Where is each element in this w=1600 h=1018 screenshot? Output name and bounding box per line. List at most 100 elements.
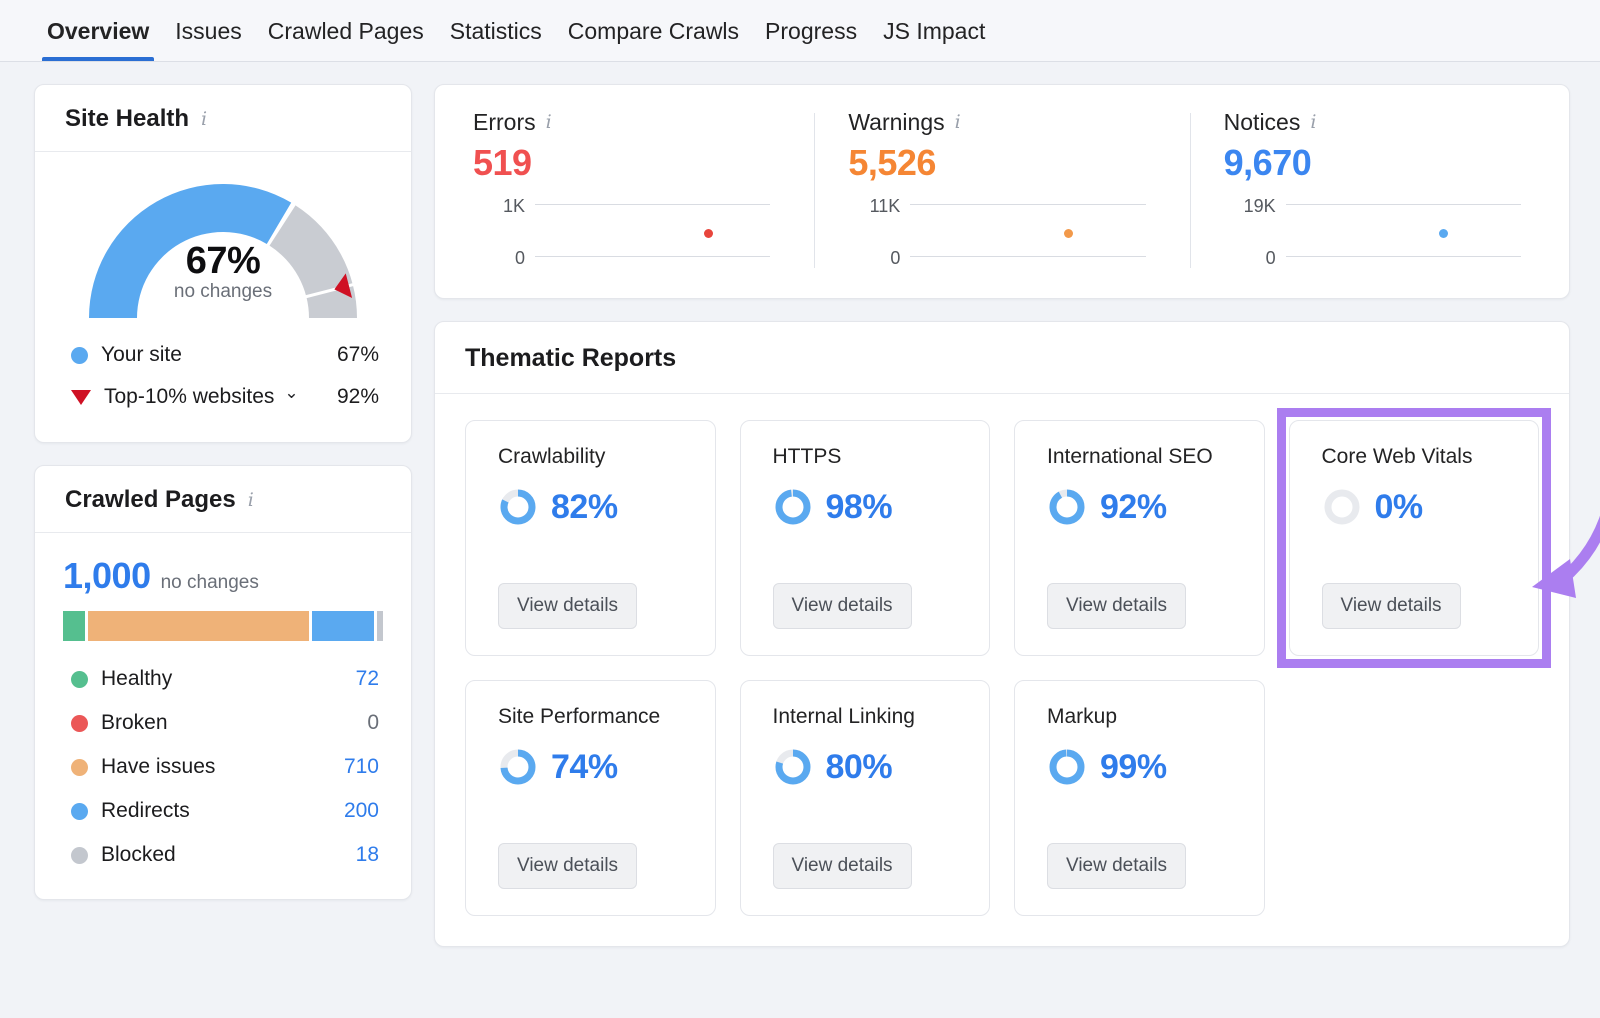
- thematic-report-score: 74%: [498, 747, 715, 787]
- crawled-pages-legend-row[interactable]: Broken0: [63, 701, 383, 745]
- crawled-pages-card: Crawled Pages i 1,000 no changes Healthy…: [34, 465, 412, 900]
- sparkline-data-point[interactable]: [1439, 229, 1448, 238]
- issue-count[interactable]: 5,526: [848, 142, 1155, 184]
- site-health-title: Site Health: [65, 105, 189, 133]
- thematic-report-percent: 80%: [826, 748, 893, 787]
- thematic-report-score: 92%: [1047, 487, 1264, 527]
- tab-statistics[interactable]: Statistics: [437, 18, 555, 61]
- tab-crawled-pages[interactable]: Crawled Pages: [255, 18, 437, 61]
- crawled-pages-legend-row[interactable]: Blocked 18: [63, 833, 383, 877]
- view-details-button[interactable]: View details: [1047, 583, 1186, 629]
- thematic-report-score: 80%: [773, 747, 990, 787]
- crawled-pages-change: no changes: [161, 572, 259, 594]
- crawled-pages-legend-row[interactable]: Healthy72: [63, 657, 383, 701]
- tab-issues[interactable]: Issues: [162, 18, 254, 61]
- site-health-card: Site Health i 67% no changes Your site67…: [34, 84, 412, 443]
- score-donut-icon: [773, 747, 813, 787]
- score-donut-icon: [1047, 487, 1087, 527]
- crawled-pages-legend-value[interactable]: 18: [356, 843, 379, 867]
- legend-color-dot: [71, 715, 88, 732]
- issue-count[interactable]: 519: [473, 142, 780, 184]
- issue-column-notices: Noticesi 9,670 19K0: [1190, 109, 1565, 272]
- info-icon[interactable]: i: [248, 491, 254, 510]
- thematic-report-card-crawlability[interactable]: Crawlability82%View details: [465, 420, 716, 656]
- info-icon[interactable]: i: [955, 113, 961, 132]
- thematic-report-percent: 92%: [1100, 488, 1167, 527]
- thematic-report-percent: 82%: [551, 488, 618, 527]
- thematic-report-card-site-performance[interactable]: Site Performance74%View details: [465, 680, 716, 916]
- tab-compare-crawls[interactable]: Compare Crawls: [555, 18, 752, 61]
- crawled-pages-legend-value[interactable]: 72: [356, 667, 379, 691]
- tab-progress[interactable]: Progress: [752, 18, 870, 61]
- site-health-legend-value: 92%: [337, 385, 379, 409]
- info-icon[interactable]: i: [546, 113, 552, 132]
- thematic-report-slot: International SEO92%View details: [1014, 420, 1265, 656]
- score-donut-icon: [498, 747, 538, 787]
- issue-sparkline: 19K0: [1224, 204, 1531, 272]
- thematic-report-slot: HTTPS98%View details: [740, 420, 991, 656]
- sparkline-gridline: [535, 256, 770, 257]
- sparkline-gridline: [1286, 256, 1521, 257]
- view-details-button[interactable]: View details: [498, 583, 637, 629]
- crawled-pages-legend-row[interactable]: Have issues 710: [63, 745, 383, 789]
- sparkline-data-point[interactable]: [1064, 229, 1073, 238]
- thematic-report-card-markup[interactable]: Markup99%View details: [1014, 680, 1265, 916]
- thematic-report-percent: 0%: [1375, 488, 1423, 527]
- crawled-pages-legend-value[interactable]: 200: [344, 799, 379, 823]
- main-tabbar: OverviewIssuesCrawled PagesStatisticsCom…: [0, 0, 1600, 62]
- crawled-pages-legend-label: Have issues: [101, 755, 215, 779]
- thematic-report-card-internal-linking[interactable]: Internal Linking80%View details: [740, 680, 991, 916]
- thematic-reports-title: Thematic Reports: [465, 344, 676, 372]
- crawled-pages-total: 1,000 no changes: [63, 555, 383, 597]
- view-details-button[interactable]: View details: [1047, 843, 1186, 889]
- crawled-pages-legend-value[interactable]: 710: [344, 755, 379, 779]
- issue-count[interactable]: 9,670: [1224, 142, 1531, 184]
- thematic-report-percent: 98%: [826, 488, 893, 527]
- sparkline-gridline: [1286, 204, 1521, 205]
- thematic-report-card-international-seo[interactable]: International SEO92%View details: [1014, 420, 1265, 656]
- triangle-down-icon: [71, 390, 91, 405]
- sparkline-bottom-tick: 0: [1224, 248, 1276, 269]
- tab-js-impact[interactable]: JS Impact: [870, 18, 998, 61]
- issue-sparkline: 1K0: [473, 204, 780, 272]
- view-details-button[interactable]: View details: [773, 843, 912, 889]
- thematic-report-name: Core Web Vitals: [1322, 445, 1539, 469]
- legend-color-dot: [71, 347, 88, 364]
- tab-overview[interactable]: Overview: [34, 18, 162, 61]
- page-body: Site Health i 67% no changes Your site67…: [0, 62, 1600, 947]
- stacked-bar-segment: [377, 611, 383, 641]
- crawled-pages-legend-value: 0: [367, 711, 379, 735]
- thematic-report-name: Markup: [1047, 705, 1264, 729]
- issue-sparkline: 11K0: [848, 204, 1155, 272]
- crawled-pages-header: Crawled Pages i: [35, 466, 411, 533]
- empty-grid-cell: [1289, 680, 1540, 916]
- site-health-legend-row[interactable]: Top-10% websites ⌄ 92%: [63, 376, 383, 418]
- thematic-report-card-core-web-vitals[interactable]: Core Web Vitals 0% View details: [1289, 420, 1540, 656]
- issues-summary-card: Errorsi 519 1K0 Warnings i 5,526 11K0 Noticesi 9…: [434, 84, 1570, 299]
- view-details-button[interactable]: View details: [498, 843, 637, 889]
- view-details-button[interactable]: View details: [1322, 583, 1461, 629]
- thematic-report-score: 82%: [498, 487, 715, 527]
- thematic-report-slot: Internal Linking80%View details: [740, 680, 991, 916]
- legend-color-dot: [71, 759, 88, 776]
- site-health-legend-row: Your site67%: [63, 334, 383, 376]
- issue-header: Noticesi: [1224, 109, 1531, 136]
- gauge-svg: [73, 170, 373, 322]
- site-health-legend-label: Top-10% websites: [104, 385, 274, 409]
- info-icon[interactable]: i: [1310, 113, 1316, 132]
- thematic-reports-header: Thematic Reports: [435, 322, 1569, 394]
- crawled-pages-title: Crawled Pages: [65, 486, 236, 514]
- issue-header: Errorsi: [473, 109, 780, 136]
- crawled-pages-body: 1,000 no changes Healthy72Broken0Have is…: [35, 533, 411, 899]
- view-details-button[interactable]: View details: [773, 583, 912, 629]
- crawled-pages-legend-label: Redirects: [101, 799, 190, 823]
- issue-label: Warnings: [848, 109, 944, 136]
- site-health-legend-value: 67%: [337, 343, 379, 367]
- sparkline-data-point[interactable]: [704, 229, 713, 238]
- thematic-report-card-https[interactable]: HTTPS98%View details: [740, 420, 991, 656]
- info-icon[interactable]: i: [201, 110, 207, 129]
- crawled-pages-legend-row[interactable]: Redirects 200: [63, 789, 383, 833]
- sparkline-gridline: [910, 204, 1145, 205]
- crawled-pages-legend-label: Blocked: [101, 843, 176, 867]
- chevron-down-icon[interactable]: ⌄: [284, 384, 298, 401]
